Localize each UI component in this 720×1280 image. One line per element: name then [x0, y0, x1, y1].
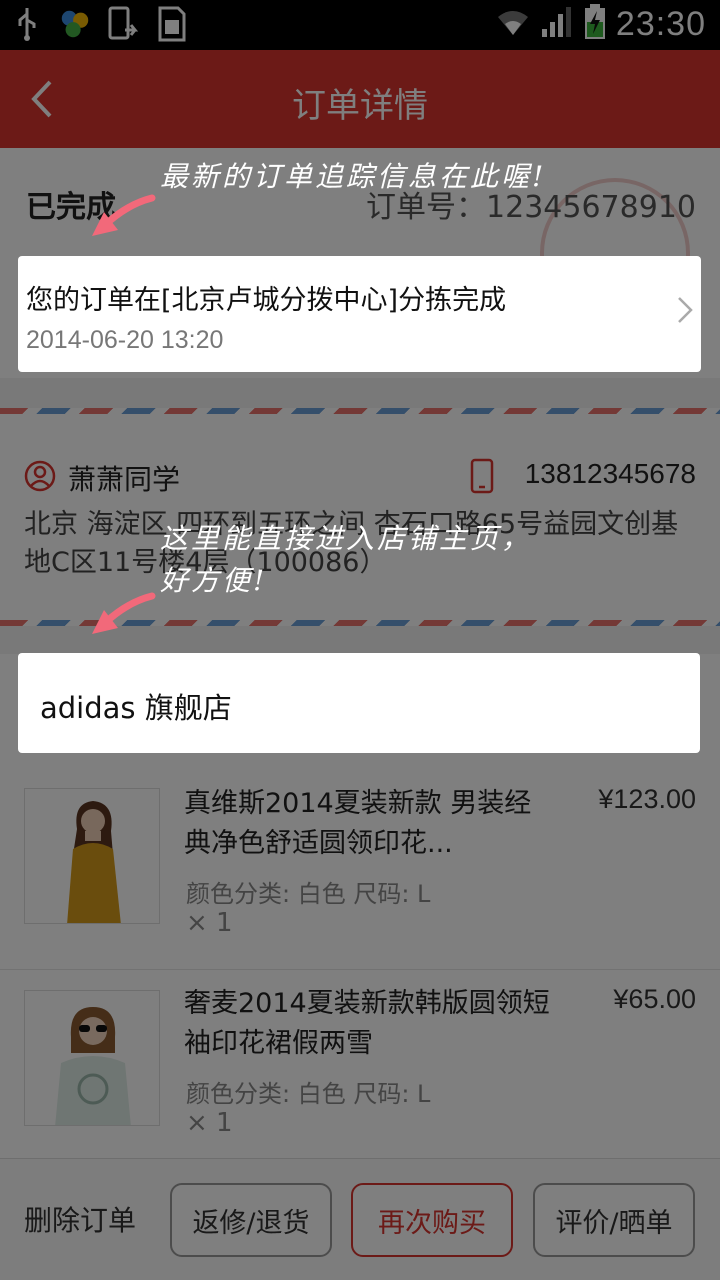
- product-item[interactable]: 真维斯2014夏装新款 男装经典净色舒适圆领印花... ¥123.00 颜色分类…: [0, 770, 720, 970]
- shop-hint-text-line1: 这里能直接进入店铺主页，: [160, 522, 533, 555]
- product-price: ¥65.00: [613, 984, 696, 1014]
- tracking-card[interactable]: 您的订单在[北京卢城分拨中心]分拣完成 2014-06-20 13:20: [18, 256, 701, 372]
- sd-card-icon: [154, 6, 188, 42]
- product-name[interactable]: 奢麦2014夏装新款韩版圆领短袖印花裙假两雪: [184, 984, 554, 1064]
- usb-icon: [10, 6, 44, 42]
- return-repair-button[interactable]: 返修/退货: [170, 1183, 332, 1257]
- product-image[interactable]: [24, 788, 160, 924]
- bottom-action-bar: 删除订单 返修/退货 再次购买 评价/晒单: [0, 1158, 720, 1280]
- chevron-right-icon: [675, 290, 695, 330]
- phone-update-icon: [106, 6, 140, 42]
- receiver-phone[interactable]: 13812345678: [525, 458, 696, 490]
- wifi-icon: [496, 7, 530, 41]
- person-icon: [24, 460, 56, 492]
- app-notification-icon: [58, 6, 92, 42]
- clock: 23:30: [615, 4, 706, 43]
- shop-hint-text-line2: 好方便!: [160, 564, 268, 597]
- product-image[interactable]: [24, 990, 160, 1126]
- hint-arrow-icon: [92, 194, 156, 236]
- product-quantity: × 1: [186, 1108, 233, 1138]
- hint-arrow-icon: [92, 592, 156, 634]
- review-button[interactable]: 评价/晒单: [533, 1183, 695, 1257]
- product-name[interactable]: 真维斯2014夏装新款 男装经典净色舒适圆领印花...: [184, 784, 554, 864]
- page-title: 订单详情: [292, 86, 428, 126]
- product-spec: 颜色分类: 白色 尺码: L: [186, 1080, 431, 1108]
- status-bar: 23:30: [0, 0, 720, 50]
- delete-order-button[interactable]: 删除订单: [24, 1199, 136, 1239]
- rebuy-button[interactable]: 再次购买: [351, 1183, 513, 1257]
- app-header: 订单详情: [0, 50, 720, 148]
- product-item[interactable]: 奢麦2014夏装新款韩版圆领短袖印花裙假两雪 ¥65.00 颜色分类: 白色 尺…: [0, 970, 720, 1170]
- shop-entry-card[interactable]: adidas 旗舰店: [18, 653, 700, 753]
- signal-icon: [540, 5, 574, 43]
- airmail-border-top: [0, 408, 720, 414]
- receiver-name: 萧萧同学: [68, 463, 181, 496]
- product-quantity: × 1: [186, 908, 233, 938]
- tracking-hint-text: 最新的订单追踪信息在此喔!: [160, 160, 547, 193]
- phone-icon: [470, 458, 494, 494]
- shop-name[interactable]: adidas 旗舰店: [40, 685, 232, 727]
- product-price: ¥123.00: [598, 784, 696, 814]
- tracking-message: 您的订单在[北京卢城分拨中心]分拣完成: [26, 285, 507, 316]
- product-spec: 颜色分类: 白色 尺码: L: [186, 880, 431, 908]
- battery-charging-icon: [584, 4, 606, 44]
- tracking-time: 2014-06-20 13:20: [26, 326, 224, 354]
